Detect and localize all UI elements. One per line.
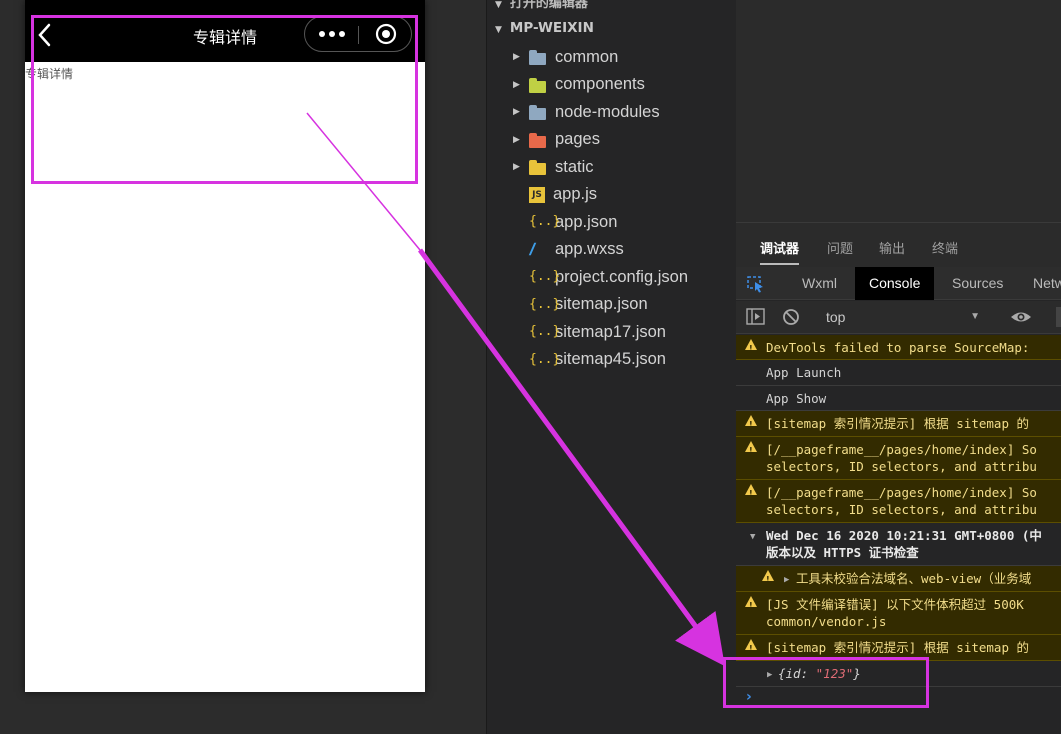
tree-item-label: app.js (553, 185, 598, 203)
tree-item[interactable]: {..} sitemap45.json (487, 347, 737, 373)
file-explorer: ▼ 打开的编辑器 ▼ MP-WEIXIN ▶ common ▶ components ▶ no… (486, 0, 736, 734)
tree-item-label: project.config.json (555, 267, 688, 286)
expand-arrow-icon: ▶ (513, 134, 520, 145)
folder-icon (529, 49, 547, 65)
devtools-panel-tabs: Wxml Console Sources Netw (736, 267, 1061, 300)
expand-arrow-icon: ▶ (513, 107, 520, 117)
json-file-icon: {..} (529, 214, 561, 229)
tab-sources[interactable]: Sources (938, 267, 1017, 300)
warning-icon (745, 415, 757, 433)
project-header[interactable]: ▼ MP-WEIXIN (487, 20, 737, 42)
warning-icon (745, 596, 757, 614)
log-row: [sitemap 索引情况提示] 根据 sitemap 的 (736, 411, 1061, 437)
log-row: [/__pageframe__/pages/home/index] Sosele… (736, 480, 1061, 523)
folder-icon (529, 159, 547, 175)
tree-item[interactable]: {..} project.config.json (487, 264, 737, 290)
tree-item-label: app.json (555, 212, 618, 231)
folder-icon (529, 77, 547, 93)
tree-item[interactable]: Ⳇapp.wxss (487, 237, 737, 263)
json-file-icon: {..} (529, 324, 561, 339)
tree-item-label: sitemap45.json (555, 350, 666, 368)
tree-item[interactable]: JS app.js (487, 182, 737, 208)
annotation-box-page (31, 15, 418, 184)
expand-triangle-icon: ▼ (750, 532, 756, 542)
collapse-arrow-icon: ▼ (495, 0, 502, 10)
json-file-icon: {..} (529, 351, 561, 367)
tree-item-label: sitemap17.json (555, 322, 666, 341)
folder-icon (529, 104, 547, 120)
tab-output[interactable]: 输出 (879, 238, 905, 257)
dropdown-caret-icon: ▼ (970, 311, 980, 322)
folder-icon (529, 132, 547, 148)
log-row[interactable]: ▶工具未校验合法域名、web-view（业务域 (736, 566, 1061, 592)
json-file-icon: {..} (529, 296, 561, 312)
expand-arrow-icon: ▶ (513, 79, 520, 90)
filter-edge (1056, 307, 1061, 327)
tree-item[interactable]: {..} app.json (487, 209, 737, 235)
tab-problems[interactable]: 问题 (827, 238, 853, 257)
context-selector[interactable]: top ▼ (820, 306, 990, 328)
log-row: [/__pageframe__/pages/home/index] Sosele… (736, 437, 1061, 480)
expand-arrow-icon: ▶ (513, 162, 520, 172)
js-file-icon: JS (529, 186, 545, 203)
tab-console[interactable]: Console (855, 267, 935, 300)
tree-item[interactable]: ▶ node-modules (487, 99, 737, 125)
expand-triangle-icon: ▶ (784, 575, 790, 585)
tree-item[interactable]: {..} sitemap17.json (487, 319, 737, 345)
tab-terminal[interactable]: 终端 (932, 238, 958, 257)
tree-item[interactable]: {..} sitemap.json (487, 292, 737, 318)
tree-item[interactable]: ▶ common (487, 44, 737, 70)
sidebar-toggle-icon[interactable] (746, 308, 766, 330)
debugger-tabs: 调试器 问题 输出 终端 (736, 223, 1061, 271)
log-row: App Show (736, 386, 1061, 411)
eye-icon[interactable] (1010, 308, 1032, 330)
tree-item[interactable]: ▶ components (487, 72, 737, 98)
tree-item-label: sitemap.json (555, 295, 648, 313)
tree-item-label: static (555, 157, 594, 176)
console-toolbar: top ▼ (736, 301, 1061, 334)
tab-debugger[interactable]: 调试器 (760, 238, 800, 265)
expand-arrow-icon: ▶ (513, 52, 520, 62)
tree-item-label: common (555, 47, 619, 66)
warning-icon (745, 484, 757, 502)
tab-network[interactable]: Netw (1019, 267, 1061, 300)
tree-item-label: components (555, 75, 645, 93)
annotation-box-console (723, 657, 929, 708)
tree-item[interactable]: ▶ pages (487, 127, 737, 153)
json-file-icon: {..} (529, 269, 561, 284)
css-file-icon: Ⳇ (529, 239, 537, 259)
warning-icon (745, 339, 757, 357)
expand-arrow-icon: ▼ (495, 25, 502, 35)
log-group-row[interactable]: ▼ Wed Dec 16 2020 10:21:31 GMT+0800 (中 版本以… (736, 523, 1061, 566)
open-editors-header[interactable]: ▼ 打开的编辑器 (487, 0, 737, 12)
log-row: [JS 文件编译错误] 以下文件体积超过 500Kcommon/vendor.j… (736, 592, 1061, 635)
log-row: DevTools failed to parse SourceMap: (736, 335, 1061, 360)
warning-icon (745, 639, 757, 657)
tree-item-label: pages (555, 130, 600, 148)
warning-icon (762, 570, 774, 588)
tab-wxml[interactable]: Wxml (788, 267, 851, 300)
warning-icon (745, 441, 757, 459)
tree-item[interactable]: ▶ static (487, 154, 737, 180)
log-row: App Launch (736, 360, 1061, 386)
clear-console-icon[interactable] (782, 308, 800, 330)
inspect-element-icon[interactable] (746, 275, 766, 293)
tree-item-label: node-modules (555, 102, 660, 121)
tree-item-label: app.wxss (555, 240, 624, 258)
